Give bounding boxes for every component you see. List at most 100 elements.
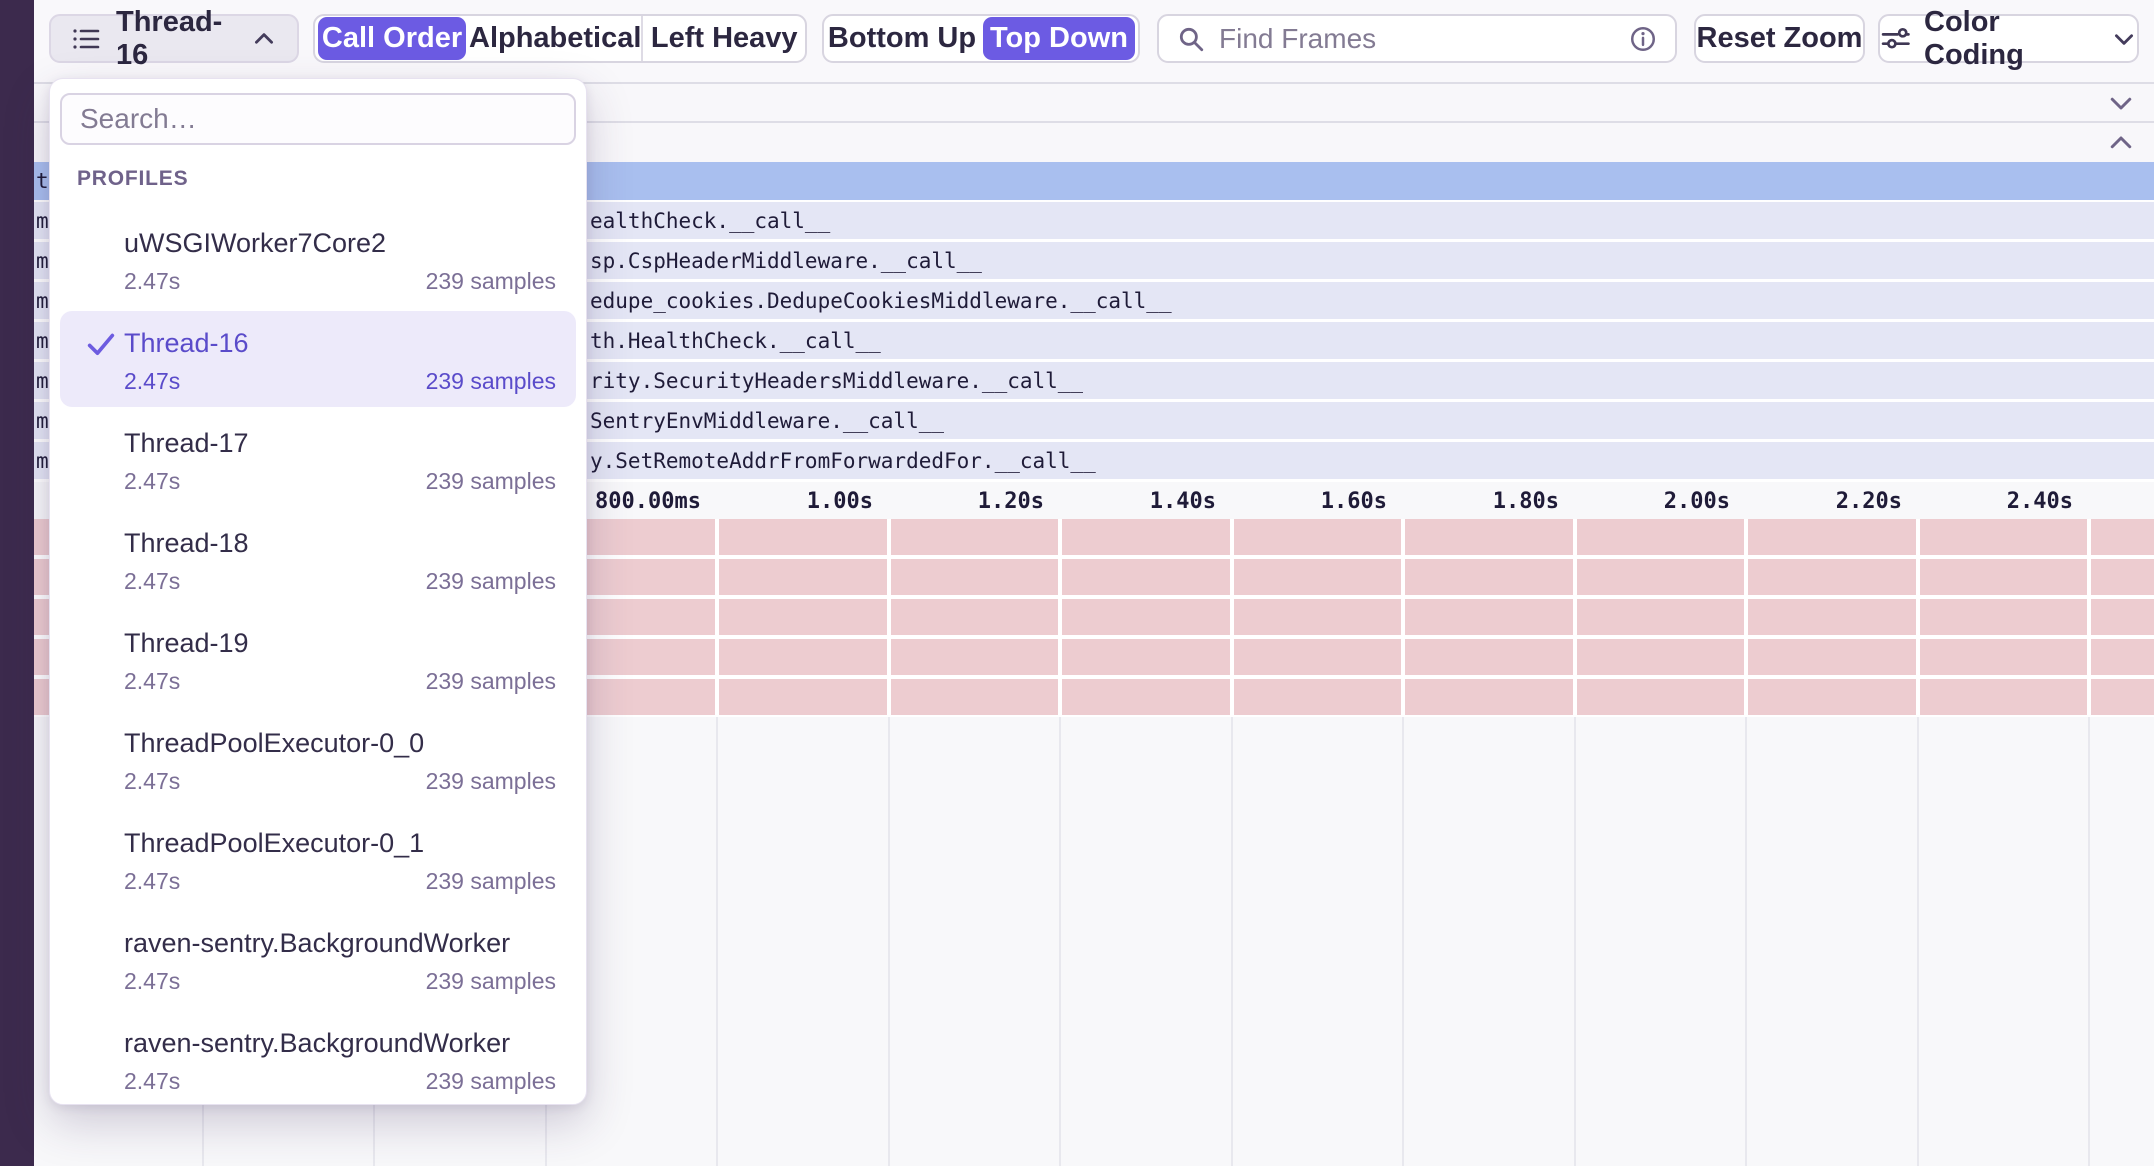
profile-option[interactable]: Thread-162.47s239 samples	[50, 309, 586, 409]
gridline	[1574, 717, 1576, 1166]
profile-option[interactable]: Thread-17 2.47s 239 samples	[50, 409, 586, 509]
tab-alphabetical[interactable]: Alphabetical	[469, 16, 641, 61]
profile-meta: 2.47s 239 samples	[124, 768, 556, 795]
gridline	[1916, 519, 1920, 717]
profile-option[interactable]: raven-sentry.BackgroundWorker 2.47s 239 sa…	[50, 909, 586, 1009]
gridline	[888, 717, 890, 1166]
profile-duration: 2.47s	[124, 368, 180, 395]
profile-meta: 2.47s239 samples	[124, 268, 556, 295]
gridline	[715, 519, 719, 717]
find-frames-field	[1157, 14, 1677, 63]
profile-meta: 2.47s 239 samples	[124, 468, 556, 495]
direction-tabs: Bottom Up Top Down	[822, 14, 1140, 63]
profile-duration: 2.47s	[124, 1068, 180, 1095]
chevron-down-icon	[2111, 26, 2137, 52]
flame-frame-text: sp.CspHeaderMiddleware.__call__	[590, 249, 982, 273]
profile-samples: 239 samples	[426, 968, 556, 995]
axis-tick-label: 2.20s	[1836, 489, 1902, 514]
profile-meta: 2.47s 239 samples	[124, 868, 556, 895]
reset-zoom-button[interactable]: Reset Zoom	[1694, 14, 1865, 63]
tab-call-order[interactable]: Call Order	[318, 17, 466, 60]
profile-duration: 2.47s	[124, 468, 180, 495]
profile-samples: 239 samples	[426, 268, 556, 295]
profile-option[interactable]: Thread-19 2.47s 239 samples	[50, 609, 586, 709]
profile-name: uWSGIWorker7Core2	[124, 227, 556, 259]
tab-top-down[interactable]: Top Down	[983, 17, 1135, 60]
flame-frame-text: y.SetRemoteAddrFromForwardedFor.__call__	[590, 449, 1096, 473]
axis-tick-label: 1.20s	[978, 489, 1044, 514]
gridline	[1230, 519, 1234, 717]
flame-frame-left-char: m	[36, 449, 49, 473]
profile-meta: 2.47s 239 samples	[124, 368, 556, 395]
flame-frame-left-char: m	[36, 409, 49, 433]
search-icon	[1177, 25, 1205, 53]
find-frames-input[interactable]	[1219, 23, 1615, 55]
profile-name: raven-sentry.BackgroundWorker	[124, 927, 556, 959]
profile-name: Thread-17	[124, 427, 556, 459]
list-icon	[71, 24, 101, 54]
gridline	[1231, 717, 1233, 1166]
profile-duration: 2.47s	[124, 868, 180, 895]
profile-name: ThreadPoolExecutor-0_0	[124, 727, 556, 759]
flame-frame-text: rity.SecurityHeadersMiddleware.__call__	[590, 369, 1083, 393]
profile-name: Thread-18	[124, 527, 556, 559]
gridline	[1745, 717, 1747, 1166]
flame-frame-left-char: m	[36, 289, 49, 313]
profile-samples: 239 samples	[426, 1068, 556, 1095]
flame-frame-left-char: m	[36, 369, 49, 393]
gridline	[1059, 717, 1061, 1166]
profile-dropdown: PROFILES uWSGIWorker7Core22.47s239 sampl…	[49, 78, 587, 1105]
profile-meta: 2.47s 239 samples	[124, 668, 556, 695]
profile-samples: 239 samples	[426, 368, 556, 395]
collapse-chevron-up-icon[interactable]	[2106, 128, 2136, 158]
info-icon[interactable]	[1629, 25, 1657, 53]
gridline	[1402, 717, 1404, 1166]
color-coding-label: Color Coding	[1924, 6, 2098, 72]
profile-option[interactable]: ThreadPoolExecutor-0_1 2.47s 239 samples	[50, 809, 586, 909]
profile-duration: 2.47s	[124, 768, 180, 795]
flame-frame-text: SentryEnvMiddleware.__call__	[590, 409, 944, 433]
check-icon	[84, 327, 118, 361]
profile-name: Thread-19	[124, 627, 556, 659]
profile-samples: 239 samples	[426, 768, 556, 795]
gridline	[1401, 519, 1405, 717]
profile-samples: 239 samples	[426, 668, 556, 695]
profiles-list: uWSGIWorker7Core22.47s239 samplesThread-…	[50, 209, 586, 1109]
tab-left-heavy[interactable]: Left Heavy	[643, 16, 805, 61]
profile-duration: 2.47s	[124, 968, 180, 995]
axis-tick-label: 1.40s	[1150, 489, 1216, 514]
flame-frame-left-char: m	[36, 329, 49, 353]
color-coding-button[interactable]: Color Coding	[1878, 14, 2139, 63]
gridline	[1917, 717, 1919, 1166]
reset-zoom-label: Reset Zoom	[1697, 22, 1863, 55]
profile-name: ThreadPoolExecutor-0_1	[124, 827, 556, 859]
flame-frame-left-char: m	[36, 209, 49, 233]
profile-samples: 239 samples	[426, 468, 556, 495]
axis-tick-label: 800.00ms	[595, 489, 701, 514]
gridline	[1573, 519, 1577, 717]
profile-samples: 239 samples	[426, 868, 556, 895]
axis-tick-label: 1.00s	[807, 489, 873, 514]
axis-tick-label: 1.60s	[1321, 489, 1387, 514]
profiler-app: Thread-16 Call Order Alphabetical Left H…	[0, 0, 2154, 1166]
profile-duration: 2.47s	[124, 668, 180, 695]
profile-option[interactable]: Thread-182.47s239 samples	[50, 509, 586, 609]
dropdown-search-input[interactable]	[80, 103, 556, 135]
profile-option[interactable]: raven-sentry.BackgroundWorker 2.47s 239 sa…	[50, 1009, 586, 1109]
collapse-chevron-down-icon[interactable]	[2106, 88, 2136, 118]
tab-bottom-up[interactable]: Bottom Up	[824, 16, 980, 61]
flame-frame-text: t	[36, 169, 49, 193]
profile-name: raven-sentry.BackgroundWorker	[124, 1027, 556, 1059]
profile-option[interactable]: ThreadPoolExecutor-0_0 2.47s 239 samples	[50, 709, 586, 809]
flame-frame-text: ealthCheck.__call__	[590, 209, 830, 233]
profile-meta: 2.47s 239 samples	[124, 968, 556, 995]
chevron-up-icon	[251, 26, 277, 52]
profile-option[interactable]: uWSGIWorker7Core2 2.47s239 samples	[50, 209, 586, 309]
thread-selector-button[interactable]: Thread-16	[49, 14, 299, 63]
axis-tick-label: 2.00s	[1664, 489, 1730, 514]
gridline	[1744, 519, 1748, 717]
thread-selector-label: Thread-16	[116, 6, 236, 72]
gridline	[887, 519, 891, 717]
profile-meta: 2.47s 239 samples	[124, 1068, 556, 1095]
profiles-section-label: PROFILES	[77, 167, 188, 191]
